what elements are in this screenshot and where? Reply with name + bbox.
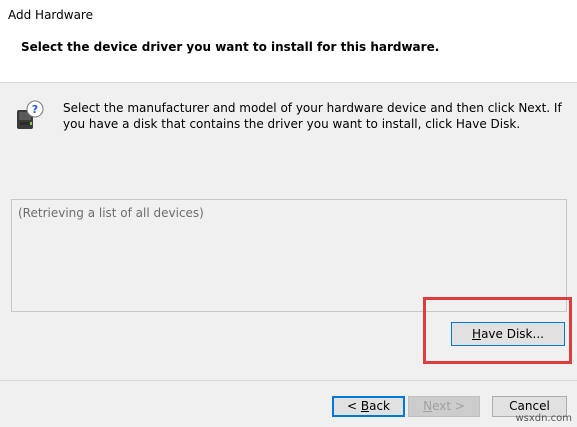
hardware-help-icon: ? [16,100,44,130]
back-label-prefix: < [346,399,361,413]
watermark: wsxdn.com [515,413,572,424]
next-mnemonic: N [423,399,433,413]
svg-text:?: ? [32,103,38,116]
back-button[interactable]: < Back [332,396,405,417]
add-hardware-dialog: Add Hardware Select the device driver yo… [0,0,577,427]
have-disk-label-suffix: ave Disk... [481,327,544,341]
device-list-status: (Retrieving a list of all devices) [18,206,204,220]
footer-separator [0,380,577,381]
back-label-suffix: ack [369,399,390,413]
have-disk-mnemonic: H [472,327,482,341]
have-disk-button[interactable]: Have Disk... [451,322,565,346]
back-mnemonic: B [360,399,370,413]
device-list-box[interactable]: (Retrieving a list of all devices) [11,199,567,312]
wizard-header: Add Hardware Select the device driver yo… [0,0,577,83]
page-heading: Select the device driver you want to ins… [21,40,440,54]
next-button[interactable]: Next > [408,396,480,417]
next-label-suffix: ext > [432,399,465,413]
instruction-text: Select the manufacturer and model of you… [63,101,562,131]
window-title: Add Hardware [8,8,93,22]
